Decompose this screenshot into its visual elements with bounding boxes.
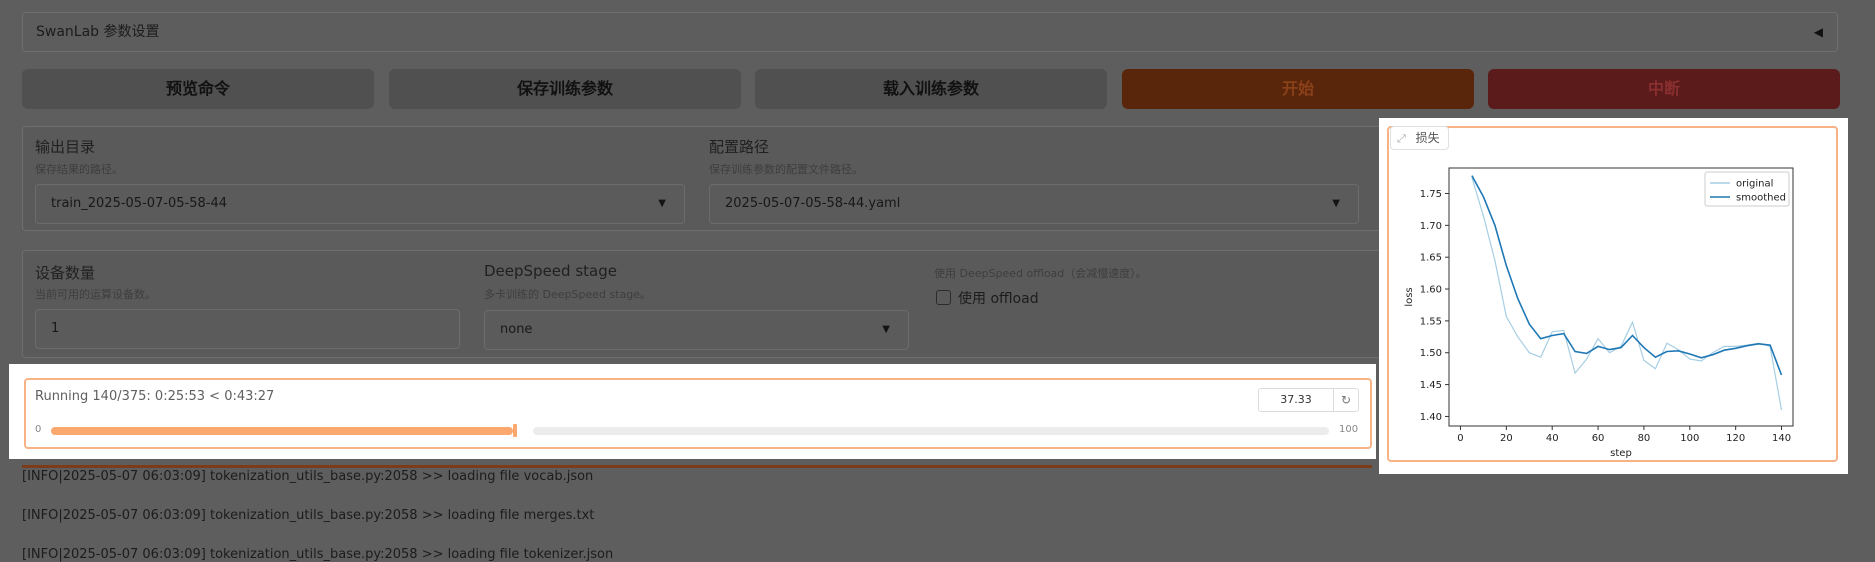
- output-dir-select[interactable]: train_2025-05-07-05-58-44 ▼: [35, 184, 685, 224]
- preview-command-button[interactable]: 预览命令: [22, 69, 374, 109]
- deepspeed-stage-label: DeepSpeed stage: [484, 262, 617, 280]
- y-tick-label: 1.70: [1420, 221, 1442, 232]
- plot-tag-label: 损失: [1415, 131, 1440, 145]
- abort-button[interactable]: 中断: [1488, 69, 1840, 109]
- swanlab-accordion[interactable]: SwanLab 参数设置 ◀: [22, 12, 1838, 52]
- deepspeed-stage-value: none: [500, 322, 533, 337]
- start-button[interactable]: 开始: [1122, 69, 1474, 109]
- plot-tag: ⤢ 损失: [1390, 126, 1449, 150]
- y-axis-label: loss: [1404, 287, 1415, 306]
- divider: [22, 465, 1372, 468]
- config-path-desc: 保存训练参数的配置文件路径。: [709, 163, 863, 176]
- log-line: [INFO|2025-05-07 06:03:09] tokenization_…: [22, 508, 595, 523]
- x-tick-label: 0: [1457, 433, 1463, 444]
- deepspeed-stage-desc: 多卡训练的 DeepSpeed stage。: [484, 288, 651, 301]
- x-tick-label: 140: [1772, 433, 1791, 444]
- output-dir-desc: 保存结果的路径。: [35, 163, 123, 176]
- legend-label-original: original: [1736, 179, 1773, 190]
- x-tick-label: 20: [1500, 433, 1513, 444]
- progress-min: 0: [35, 424, 42, 435]
- offload-checkbox[interactable]: [936, 290, 951, 305]
- device-count-input[interactable]: 1: [35, 309, 460, 349]
- x-tick-label: 40: [1546, 433, 1559, 444]
- progress-status: Running 140/375: 0:25:53 < 0:43:27: [35, 389, 275, 404]
- load-args-button[interactable]: 载入训练参数: [755, 69, 1107, 109]
- config-path-value: 2025-05-07-05-58-44.yaml: [725, 196, 901, 211]
- chevron-down-icon: ▼: [882, 324, 890, 335]
- y-tick-label: 1.60: [1420, 285, 1442, 296]
- log-line: [INFO|2025-05-07 06:03:09] tokenization_…: [22, 469, 594, 484]
- device-count-desc: 当前可用的运算设备数。: [35, 288, 156, 301]
- y-tick-label: 1.75: [1420, 189, 1442, 200]
- chevron-down-icon: ▼: [1332, 198, 1340, 209]
- slider-handle[interactable]: [513, 424, 517, 437]
- progress-max: 100: [1339, 424, 1359, 435]
- progress-fill: [51, 427, 513, 435]
- plot-frame: [1448, 167, 1794, 427]
- progress-value-input[interactable]: 37.33: [1258, 388, 1334, 412]
- output-dir-value: train_2025-05-07-05-58-44: [51, 196, 228, 211]
- offload-desc: 使用 DeepSpeed offload（会减慢速度）。: [934, 267, 1147, 280]
- loss-chart: 0 20 40 60 80 100 120 140 1.40 1.45 1.50 1.55 1.60 1.…: [1404, 167, 1794, 459]
- y-tick-label: 1.45: [1420, 380, 1442, 391]
- deepspeed-stage-select[interactable]: none ▼: [484, 310, 909, 350]
- progress-track[interactable]: [533, 427, 1329, 435]
- config-path-label: 配置路径: [709, 138, 770, 156]
- reset-icon[interactable]: ↻: [1333, 388, 1359, 412]
- device-count-label: 设备数量: [35, 264, 96, 282]
- chevron-down-icon: ▼: [658, 198, 666, 209]
- chart-icon: ⤢: [1397, 132, 1406, 145]
- y-tick-label: 1.65: [1420, 253, 1442, 264]
- collapse-arrow-icon[interactable]: ◀: [1814, 13, 1823, 51]
- output-dir-label: 输出目录: [35, 138, 96, 156]
- x-tick-label: 80: [1638, 433, 1651, 444]
- config-path-select[interactable]: 2025-05-07-05-58-44.yaml ▼: [709, 184, 1359, 224]
- x-tick-label: 100: [1680, 433, 1699, 444]
- swanlab-title: SwanLab 参数设置: [36, 24, 160, 40]
- y-tick-label: 1.55: [1420, 316, 1442, 327]
- save-args-button[interactable]: 保存训练参数: [389, 69, 741, 109]
- y-tick-label: 1.50: [1420, 348, 1442, 359]
- log-line: [INFO|2025-05-07 06:03:09] tokenization_…: [22, 547, 614, 562]
- x-tick-label: 60: [1592, 433, 1605, 444]
- y-tick-label: 1.40: [1420, 412, 1442, 423]
- offload-label: 使用 offload: [958, 291, 1039, 307]
- x-tick-label: 120: [1726, 433, 1745, 444]
- legend-label-smoothed: smoothed: [1736, 193, 1786, 204]
- x-axis-label: step: [1610, 448, 1632, 459]
